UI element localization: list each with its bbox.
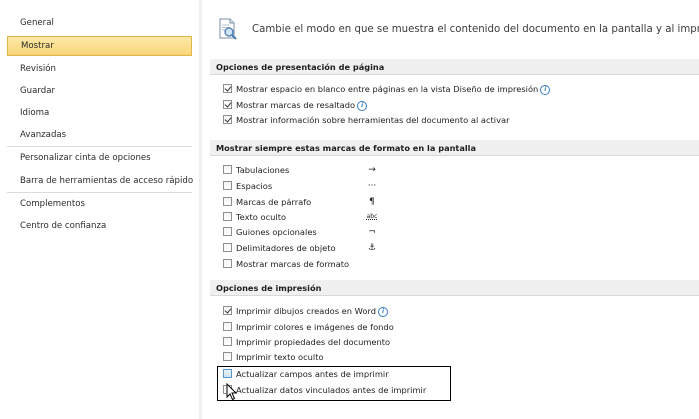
- option-label: Mostrar marcas de formato: [236, 259, 350, 269]
- sidebar-divider: [7, 192, 192, 193]
- sidebar-item-mostrar[interactable]: Mostrar: [7, 36, 192, 56]
- section-header-marcas-formato: Mostrar siempre estas marcas de formato …: [210, 140, 699, 156]
- optional-hyphen-icon: ¬: [368, 227, 376, 237]
- space-dots-icon: ···: [367, 181, 377, 191]
- sidebar-item-personalizar-cinta[interactable]: Personalizar cinta de opciones: [7, 148, 192, 168]
- mouse-pointer-icon: [226, 383, 238, 401]
- checkbox[interactable]: [223, 212, 232, 221]
- sidebar-item-general[interactable]: General: [7, 13, 192, 33]
- pane-divider: [199, 0, 202, 419]
- sidebar-item-centro-confianza[interactable]: Centro de confianza: [7, 216, 192, 236]
- checkbox[interactable]: [223, 165, 232, 174]
- sidebar-item-avanzadas[interactable]: Avanzadas: [7, 125, 192, 145]
- checkbox[interactable]: [223, 352, 232, 361]
- checkbox[interactable]: [223, 197, 232, 206]
- checkbox[interactable]: [223, 322, 232, 331]
- checkbox[interactable]: [223, 243, 232, 252]
- section-header-presentacion: Opciones de presentación de página: [210, 59, 699, 75]
- checkbox[interactable]: [223, 337, 232, 346]
- option-label: Texto oculto: [236, 212, 287, 222]
- checkbox[interactable]: [223, 181, 232, 190]
- options-sidebar: General Mostrar Revisión Guardar Idioma …: [0, 0, 200, 419]
- sidebar-item-revision[interactable]: Revisión: [7, 59, 192, 79]
- option-label: Actualizar datos vinculados antes de imp…: [236, 385, 427, 395]
- checkbox[interactable]: [223, 84, 232, 93]
- option-label: Mostrar información sobre herramientas d…: [236, 115, 510, 125]
- option-label: Espacios: [236, 181, 273, 191]
- checkbox[interactable]: [223, 259, 232, 268]
- sidebar-item-idioma[interactable]: Idioma: [7, 103, 192, 123]
- pilcrow-icon: ¶: [369, 197, 375, 207]
- anchor-icon: ⚓: [367, 243, 377, 253]
- hidden-text-icon: abc: [366, 213, 378, 220]
- option-label: Imprimir texto oculto: [236, 352, 324, 362]
- checkbox[interactable]: [223, 369, 232, 378]
- option-label: Mostrar espacio en blanco entre páginas …: [236, 84, 539, 94]
- checkbox[interactable]: [223, 115, 232, 124]
- option-label: Actualizar campos antes de imprimir: [236, 369, 389, 379]
- section-header-impresion: Opciones de impresión: [210, 280, 699, 296]
- page-description: Cambie el modo en que se muestra el cont…: [252, 24, 699, 35]
- info-icon[interactable]: i: [357, 100, 368, 111]
- option-label: Imprimir colores e imágenes de fondo: [236, 322, 394, 332]
- option-label: Guiones opcionales: [236, 227, 317, 237]
- document-magnifier-icon: [219, 18, 237, 40]
- sidebar-item-complementos[interactable]: Complementos: [7, 194, 192, 214]
- option-label: Delimitadores de objeto: [236, 243, 336, 253]
- option-label: Imprimir dibujos creados en Word: [236, 306, 376, 316]
- info-icon[interactable]: i: [540, 84, 551, 95]
- checkbox[interactable]: [223, 306, 232, 315]
- sidebar-divider: [7, 146, 192, 147]
- info-icon[interactable]: i: [378, 306, 388, 317]
- option-label: Marcas de párrafo: [236, 197, 312, 207]
- sidebar-item-barra-acceso-rapido[interactable]: Barra de herramientas de acceso rápido: [7, 171, 193, 191]
- options-panel: Cambie el modo en que se muestra el cont…: [203, 0, 699, 419]
- checkbox[interactable]: [223, 100, 232, 109]
- option-label: Mostrar marcas de resaltado: [236, 100, 356, 110]
- tab-arrow-icon: →: [368, 165, 376, 175]
- sidebar-item-guardar[interactable]: Guardar: [7, 81, 192, 101]
- option-label: Imprimir propiedades del documento: [236, 337, 391, 347]
- option-label: Tabulaciones: [236, 165, 290, 175]
- checkbox[interactable]: [223, 227, 232, 236]
